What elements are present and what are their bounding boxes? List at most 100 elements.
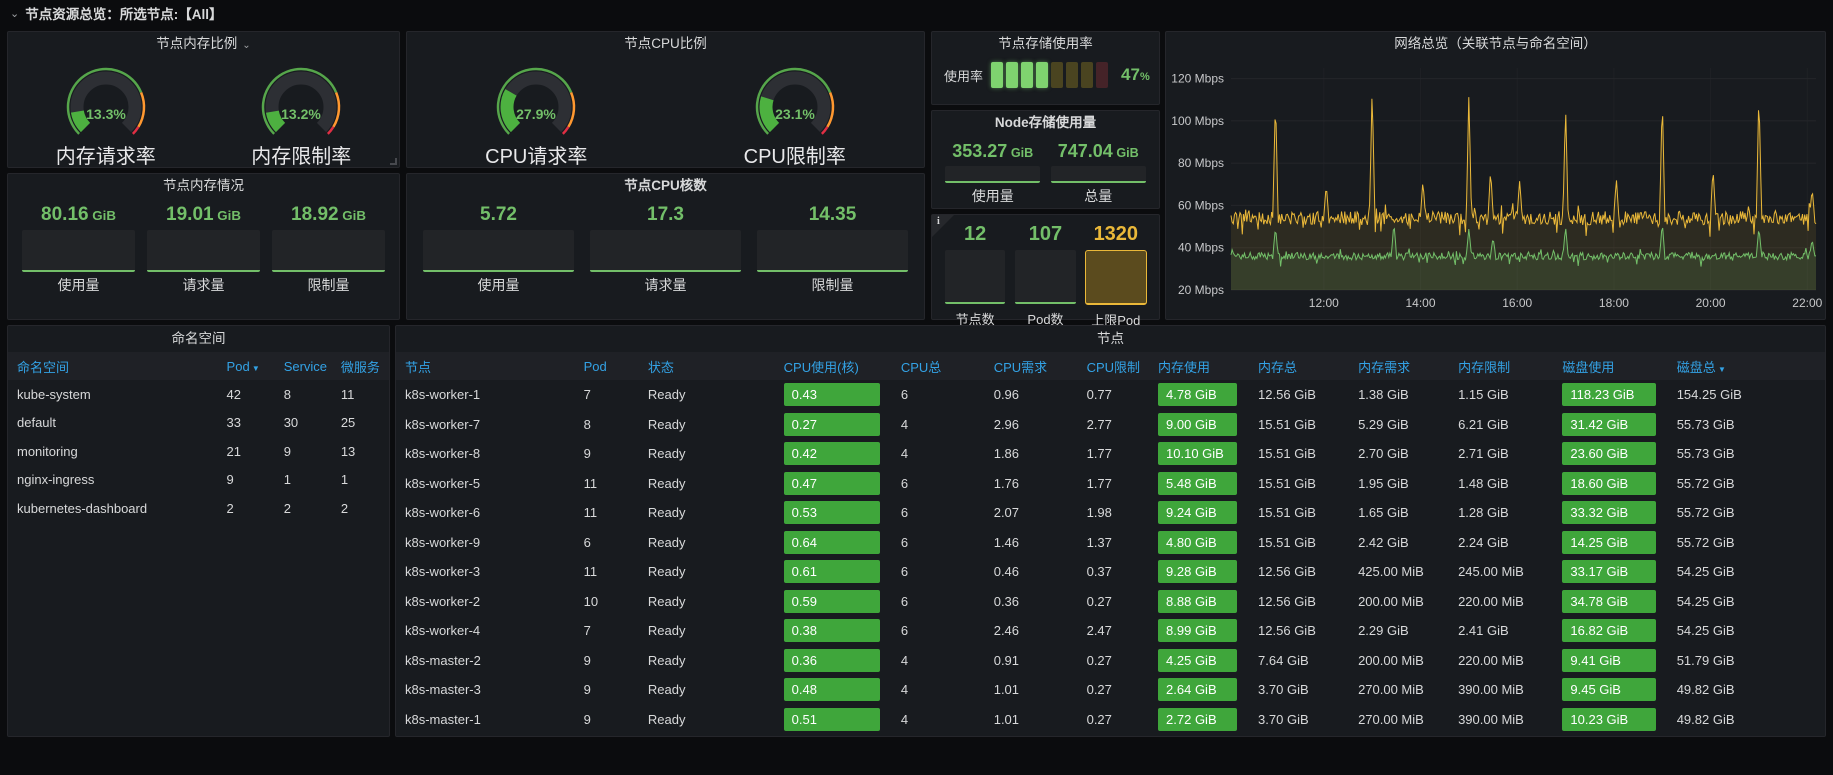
cell: 9.24 GiB: [1149, 501, 1249, 524]
column-header-内存使用[interactable]: 内存使用: [1149, 357, 1249, 376]
cell: 0.27: [775, 413, 892, 436]
table-row: monitoring21913: [8, 437, 389, 466]
panel-title-cpu-ratio[interactable]: 节点CPU比例: [407, 32, 924, 56]
panel-title-storage-usage[interactable]: Node存储使用量: [932, 111, 1159, 135]
storage-usage-stats: 353.27 GiB使用量747.04 GiB总量: [932, 135, 1159, 206]
column-header-命名空间[interactable]: 命名空间: [8, 357, 218, 376]
cell: 10.10 GiB: [1149, 442, 1249, 465]
gauge-CPU请求率: 27.9%CPU请求率: [417, 60, 655, 169]
cpu-cores-stats: 5.72使用量17.3请求量14.35限制量: [407, 198, 924, 295]
column-header-CPU限制[interactable]: CPU限制: [1078, 357, 1149, 376]
column-header-Service[interactable]: Service: [275, 359, 332, 374]
panel-title-memory-detail[interactable]: 节点内存情况: [8, 174, 399, 198]
cell: 2.46: [985, 623, 1078, 638]
highlight-cell: 4.80 GiB: [1158, 531, 1237, 554]
highlight-cell: 23.60 GiB: [1562, 442, 1655, 465]
memory-gauges: 13.3%内存请求率13.2%内存限制率: [8, 56, 399, 169]
highlight-cell: 9.28 GiB: [1158, 560, 1237, 583]
dashboard-row-header[interactable]: ⌄ 节点资源总览：所选节点:【All】: [0, 0, 1833, 26]
panel-title-namespaces[interactable]: 命名空间: [8, 326, 389, 352]
resize-handle[interactable]: [390, 158, 397, 165]
column-header-Pod[interactable]: Pod: [575, 359, 639, 374]
highlight-cell: 0.48: [784, 678, 880, 701]
panel-title-storage-rate[interactable]: 节点存储使用率: [932, 32, 1159, 56]
cell: 2.71 GiB: [1449, 446, 1553, 461]
svg-text:18:00: 18:00: [1599, 296, 1629, 310]
cell: 6.21 GiB: [1449, 417, 1553, 432]
cell: 0.61: [775, 560, 892, 583]
stat-label: 使用量: [972, 186, 1014, 206]
info-icon[interactable]: i: [937, 216, 940, 227]
cell: 55.72 GiB: [1668, 505, 1825, 520]
info-corner[interactable]: [932, 215, 954, 237]
led-cell-red: [1096, 62, 1108, 88]
cell: 2: [218, 501, 275, 516]
cell: 12.56 GiB: [1249, 623, 1349, 638]
cell: 14.25 GiB: [1553, 531, 1667, 554]
stat-label: 限制量: [308, 275, 350, 295]
memory-detail-stats: 80.16 GiB使用量19.01 GiB请求量18.92 GiB限制量: [8, 198, 399, 295]
highlight-cell: 0.51: [784, 708, 880, 731]
cell: 15.51 GiB: [1249, 417, 1349, 432]
stat-value: 353.27 GiB: [952, 141, 1033, 162]
cell: Ready: [639, 682, 775, 697]
column-header-内存需求[interactable]: 内存需求: [1349, 357, 1449, 376]
panel-node-table: 节点 节点Pod状态CPU使用(核)CPU总CPU需求CPU限制内存使用内存总内…: [395, 325, 1826, 737]
svg-text:22:00: 22:00: [1792, 296, 1822, 310]
cell: 4: [892, 417, 985, 432]
column-header-CPU需求[interactable]: CPU需求: [985, 357, 1078, 376]
stat-节点数: 12节点数: [940, 223, 1010, 329]
cell: 9: [575, 653, 639, 668]
cell: 154.25 GiB: [1668, 387, 1825, 402]
cell: Ready: [639, 712, 775, 727]
stat-sparkline: [1085, 250, 1147, 305]
highlight-cell: 0.42: [784, 442, 880, 465]
column-header-状态[interactable]: 状态: [639, 357, 775, 376]
cell: Ready: [639, 387, 775, 402]
cell: monitoring: [8, 444, 218, 459]
panel-title-nodes[interactable]: 节点: [396, 326, 1825, 352]
table-row: nginx-ingress911: [8, 466, 389, 495]
cell: k8s-master-2: [396, 653, 575, 668]
network-chart-plot[interactable]: 20 Mbps40 Mbps60 Mbps80 Mbps100 Mbps120 …: [1169, 58, 1824, 321]
cell: 1.76: [985, 476, 1078, 491]
panel-title-memory-ratio[interactable]: 节点内存比例⌄: [8, 32, 399, 56]
stat-sparkline: [423, 230, 573, 272]
highlight-cell: 10.23 GiB: [1562, 708, 1655, 731]
cell: 245.00 MiB: [1449, 564, 1553, 579]
column-header-CPU总[interactable]: CPU总: [892, 357, 985, 376]
cell: 51.79 GiB: [1668, 653, 1825, 668]
cell: 5.29 GiB: [1349, 417, 1449, 432]
panel-title-cpu-cores[interactable]: 节点CPU核数: [407, 174, 924, 198]
cell: 7.64 GiB: [1249, 653, 1349, 668]
column-header-节点[interactable]: 节点: [396, 357, 575, 376]
cell: 42: [218, 387, 275, 402]
table-row: k8s-worker-511Ready0.4761.761.775.48 GiB…: [396, 469, 1825, 499]
cell: 9.41 GiB: [1553, 649, 1667, 672]
cell: Ready: [639, 505, 775, 520]
cell: 33: [218, 415, 275, 430]
column-header-内存总[interactable]: 内存总: [1249, 357, 1349, 376]
svg-text:23.1%: 23.1%: [775, 106, 815, 122]
table-row: k8s-worker-78Ready0.2742.962.779.00 GiB1…: [396, 410, 1825, 440]
column-header-磁盘总[interactable]: 磁盘总 ▼: [1668, 357, 1825, 376]
cell: 2.77: [1078, 417, 1149, 432]
column-header-磁盘使用[interactable]: 磁盘使用: [1553, 357, 1667, 376]
cell: 4: [892, 653, 985, 668]
cell: 55.72 GiB: [1668, 476, 1825, 491]
column-header-CPU使用(核)[interactable]: CPU使用(核): [775, 357, 892, 376]
panel-title-network[interactable]: 网络总览（关联节点与命名空间）: [1166, 32, 1825, 56]
column-header-微服务[interactable]: 微服务: [332, 357, 389, 376]
highlight-cell: 0.36: [784, 649, 880, 672]
table-row: default333025: [8, 409, 389, 438]
stat-value: 17.3: [647, 204, 684, 226]
cell: 270.00 MiB: [1349, 712, 1449, 727]
panel-memory-detail: 节点内存情况 80.16 GiB使用量19.01 GiB请求量18.92 GiB…: [7, 173, 400, 320]
highlight-cell: 9.41 GiB: [1562, 649, 1655, 672]
column-header-内存限制[interactable]: 内存限制: [1449, 357, 1553, 376]
stat-value: 12: [964, 223, 986, 246]
gauge-arc: 13.3%: [31, 60, 181, 144]
collapse-icon[interactable]: ⌄: [10, 7, 19, 20]
column-header-Pod[interactable]: Pod ▼: [218, 359, 275, 374]
stat-请求量: 19.01 GiB请求量: [141, 204, 266, 295]
